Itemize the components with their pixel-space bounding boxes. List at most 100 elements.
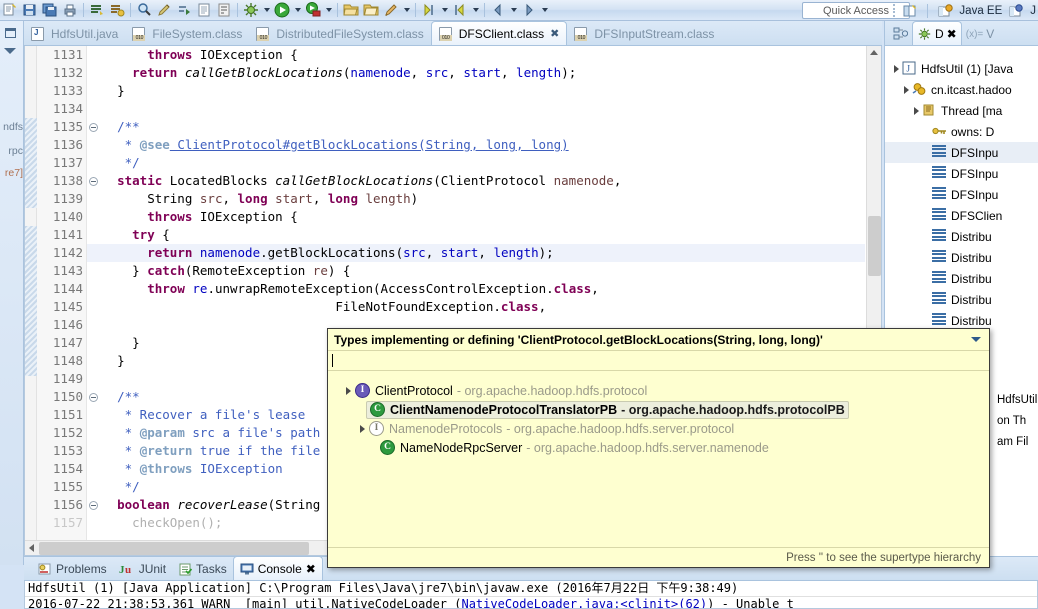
class-file-icon xyxy=(438,26,452,41)
tab-junit[interactable]: Ju JUnit xyxy=(113,558,172,580)
perspective-label-javaee[interactable]: Java EE xyxy=(959,5,1002,17)
next-annotation-icon[interactable] xyxy=(420,1,438,19)
javaee-perspective-icon[interactable] xyxy=(936,2,954,20)
editor-tab-filesystem[interactable]: FileSystem.class xyxy=(125,22,249,45)
open-folder2-icon[interactable] xyxy=(362,1,380,19)
debug-tree-row[interactable]: DFSInpu xyxy=(885,163,1038,184)
console-log-link[interactable]: NativeCodeLoader.java:<clinit>(62) xyxy=(461,597,707,608)
popup-tree-row-clientnamenodeprotocoltranslatorpb[interactable]: C ClientNamenodeProtocolTranslatorPB - o… xyxy=(342,400,989,419)
java-perspective-icon[interactable] xyxy=(1007,2,1025,20)
vertical-scroll-thumb[interactable] xyxy=(868,216,881,276)
debug-tree-row-occluded[interactable]: am Fil xyxy=(997,431,1028,452)
popup-tree-row-clientprotocol[interactable]: I ClientProtocol - org.apache.hadoop.hdf… xyxy=(342,381,989,400)
forward-icon[interactable] xyxy=(520,1,538,19)
forward-dropdown-icon[interactable] xyxy=(539,1,550,19)
open-perspective-icon[interactable] xyxy=(901,2,919,20)
debug-tree-row[interactable]: owns: D xyxy=(885,121,1038,142)
close-icon[interactable]: ✖ xyxy=(550,27,559,40)
tab-console[interactable]: Console ✖ xyxy=(232,556,323,580)
editor-tab-label: FileSystem.class xyxy=(152,26,243,41)
expand-arrow-icon[interactable] xyxy=(356,424,369,433)
close-icon[interactable]: ✖ xyxy=(947,27,957,41)
save-all-icon[interactable] xyxy=(41,1,59,19)
close-icon[interactable]: ✖ xyxy=(306,562,316,576)
run-icon[interactable] xyxy=(273,1,291,19)
paint-icon[interactable] xyxy=(382,1,400,19)
open-folder-icon[interactable] xyxy=(342,1,360,19)
debug-tree-row[interactable]: Thread [ma xyxy=(885,100,1038,121)
build-project-icon[interactable] xyxy=(108,1,126,19)
format-icon[interactable] xyxy=(215,1,233,19)
line-number: 1153 xyxy=(52,443,83,458)
debug-tree-row[interactable]: DFSInpu xyxy=(885,184,1038,205)
tab-problems[interactable]: Problems xyxy=(32,558,113,580)
popup-tree-row-namenodeprotocols[interactable]: I NamenodeProtocols - org.apache.hadoop.… xyxy=(342,419,989,438)
chevron-down-icon[interactable] xyxy=(969,337,983,342)
restore-icon[interactable] xyxy=(5,28,16,38)
toolbar-separator xyxy=(484,3,485,17)
debug-tree-row[interactable]: Distribu xyxy=(885,289,1038,310)
debug-tree-row[interactable]: Distribu xyxy=(885,268,1038,289)
search-icon[interactable] xyxy=(135,1,153,19)
debug-tree-row-occluded[interactable]: on Th xyxy=(997,410,1026,431)
debug-tree-row[interactable]: J HdfsUtil (1) [Java xyxy=(885,58,1038,79)
console-output[interactable]: HdfsUtil (1) [Java Application] C:\Progr… xyxy=(24,581,1038,609)
horizontal-scroll-thumb[interactable] xyxy=(39,542,309,555)
tab-debug[interactable]: D ✖ xyxy=(912,21,962,45)
debug-tree-row[interactable]: DFSClien xyxy=(885,205,1038,226)
print-icon[interactable] xyxy=(61,1,79,19)
editor-marker-gutter[interactable] xyxy=(25,46,37,555)
debug-dropdown-icon[interactable] xyxy=(261,1,272,19)
popup-tree-row-namenoderpcserver[interactable]: C NameNodeRpcServer - org.apache.hadoop.… xyxy=(342,438,989,457)
monitor-key-icon xyxy=(932,124,948,139)
tab-variables[interactable]: (x)= V xyxy=(962,23,999,45)
debug-tree-row[interactable]: Distribu xyxy=(885,226,1038,247)
prev-annotation-dropdown-icon[interactable] xyxy=(470,1,481,19)
scroll-up-icon[interactable] xyxy=(870,50,878,55)
editor-tab-dfsclient[interactable]: DFSClient.class ✖ xyxy=(430,21,568,45)
debug-tree-row[interactable]: Distribu xyxy=(885,247,1038,268)
editor-tab-hdfsutil[interactable]: HdfsUtil.java xyxy=(24,22,125,45)
expand-arrow-icon[interactable] xyxy=(911,106,922,115)
line-number: 1152 xyxy=(52,425,83,440)
debug-tree-row[interactable]: cn.itcast.hadoo xyxy=(885,79,1038,100)
left-strip-label-0: ndfs xyxy=(3,121,23,133)
paint-dropdown-icon[interactable] xyxy=(401,1,412,19)
perspective-grip[interactable] xyxy=(892,4,896,18)
external-tools-icon[interactable] xyxy=(304,1,322,19)
debug-tree-row[interactable]: DFSInpu xyxy=(885,142,1038,163)
perspective-label-java[interactable]: J xyxy=(1030,5,1036,17)
tab-tasks[interactable]: Tasks xyxy=(172,558,233,580)
pencil-icon[interactable] xyxy=(155,1,173,19)
popup-tree-package: - org.apache.hadoop.hdfs.server.namenode xyxy=(526,440,769,455)
back-icon[interactable] xyxy=(489,1,507,19)
expand-arrow-icon[interactable] xyxy=(891,64,902,73)
run-dropdown-icon[interactable] xyxy=(292,1,303,19)
next-annotation-dropdown-icon[interactable] xyxy=(439,1,450,19)
open-type-icon[interactable] xyxy=(195,1,213,19)
debug-tree-label: DFSClien xyxy=(951,208,1003,223)
line-number: 1133 xyxy=(52,83,83,98)
editor-tab-dfsinputstream[interactable]: DFSInputStream.class xyxy=(567,22,721,45)
code-line: static LocatedBlocks callGetBlockLocatio… xyxy=(87,173,622,188)
external-tools-dropdown-icon[interactable] xyxy=(323,1,334,19)
refactor-icon[interactable] xyxy=(175,1,193,19)
view-menu-icon[interactable] xyxy=(4,48,16,54)
new-wizard-icon[interactable] xyxy=(1,1,19,19)
debug-icon[interactable] xyxy=(242,1,260,19)
editor-tab-distributedfilesystem[interactable]: DistributedFileSystem.class xyxy=(249,22,430,45)
scroll-left-icon[interactable] xyxy=(29,544,34,552)
tab-outline[interactable] xyxy=(889,23,912,45)
popup-filter-input[interactable] xyxy=(328,351,989,371)
code-line: */ xyxy=(87,155,140,170)
save-icon[interactable] xyxy=(21,1,39,19)
type-hierarchy-popup[interactable]: Types implementing or defining 'ClientPr… xyxy=(327,328,990,568)
debug-tree-row-occluded[interactable]: HdfsUtil xyxy=(997,389,1037,410)
popup-type-tree[interactable]: I ClientProtocol - org.apache.hadoop.hdf… xyxy=(328,371,989,547)
expand-arrow-icon[interactable] xyxy=(342,386,355,395)
back-dropdown-icon[interactable] xyxy=(508,1,519,19)
prev-annotation-icon[interactable] xyxy=(451,1,469,19)
expand-arrow-icon[interactable] xyxy=(901,85,912,94)
build-all-icon[interactable] xyxy=(88,1,106,19)
toolbar-separator xyxy=(237,3,238,17)
